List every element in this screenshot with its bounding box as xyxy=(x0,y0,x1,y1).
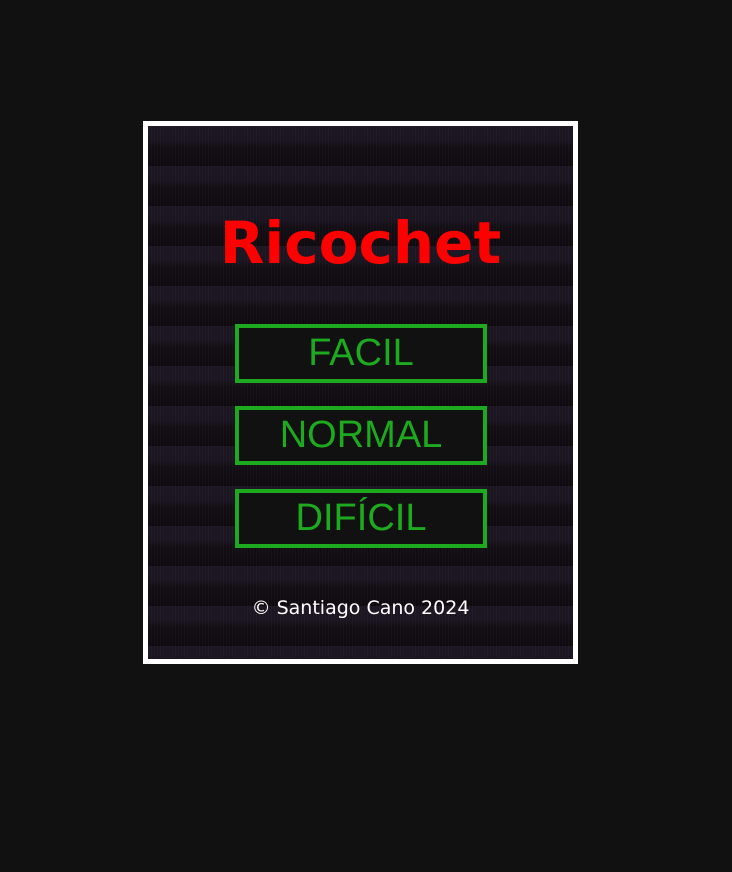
game-title: Ricochet xyxy=(219,209,502,277)
game-menu-panel: Ricochet FACIL NORMAL DIFÍCIL © Santiago… xyxy=(143,121,578,664)
copyright-notice: © Santiago Cano 2024 xyxy=(251,597,470,619)
normal-difficulty-button[interactable]: NORMAL xyxy=(235,406,487,465)
easy-difficulty-button[interactable]: FACIL xyxy=(235,324,487,383)
hard-difficulty-button[interactable]: DIFÍCIL xyxy=(235,489,487,548)
